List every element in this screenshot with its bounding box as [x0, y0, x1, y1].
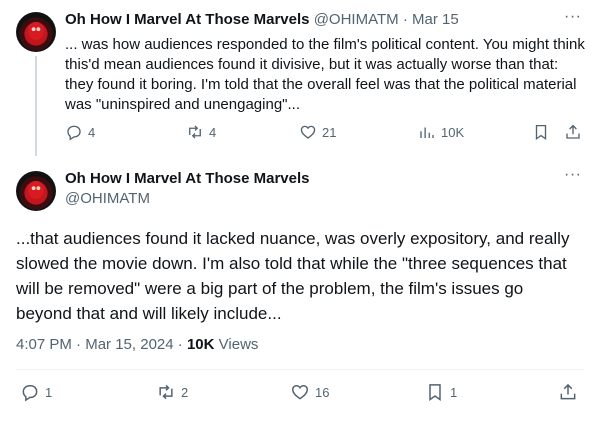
- tweet-header: Oh How I Marvel At Those Marvels @OHIMAT…: [65, 11, 459, 29]
- user-handle[interactable]: @OHIMATM: [65, 190, 150, 208]
- like-button[interactable]: 21: [299, 123, 336, 141]
- views-label: Views: [218, 336, 259, 353]
- like-count: 16: [315, 384, 330, 400]
- display-name[interactable]: Oh How I Marvel At Those Marvels: [65, 170, 310, 188]
- share-button[interactable]: [558, 382, 578, 402]
- bookmark-button[interactable]: 1: [425, 382, 457, 402]
- heart-icon: [291, 384, 309, 400]
- more-icon[interactable]: ···: [564, 9, 581, 25]
- bookmark-icon: [429, 384, 441, 401]
- share-icon: [560, 383, 576, 400]
- tweet-thread: Oh How I Marvel At Those Marvels @OHIMAT…: [0, 0, 600, 424]
- separator-dot: ·: [402, 11, 408, 28]
- avatar[interactable]: [16, 12, 56, 52]
- tweet-meta: 4:07 PM · Mar 15, 2024 · 10K Views: [16, 336, 259, 353]
- avatar[interactable]: [16, 171, 56, 211]
- like-button[interactable]: 16: [290, 382, 329, 402]
- share-icon: [566, 124, 580, 139]
- tweet-text: ...that audiences found it lacked nuance…: [16, 229, 570, 323]
- reply-button[interactable]: 1: [20, 382, 52, 402]
- repost-count: 4: [209, 124, 217, 140]
- repost-button[interactable]: 2: [156, 382, 188, 402]
- bookmark-button[interactable]: [532, 123, 550, 141]
- repost-icon: [189, 125, 201, 139]
- tweet-date[interactable]: Mar 15: [412, 11, 459, 28]
- user-handle[interactable]: @OHIMATM: [314, 11, 399, 28]
- display-name[interactable]: Oh How I Marvel At Those Marvels: [65, 11, 310, 28]
- more-icon[interactable]: ···: [564, 167, 581, 183]
- tweet-actions: 4 4 21 10K: [0, 123, 600, 145]
- like-count: 21: [322, 124, 337, 140]
- share-button[interactable]: [564, 123, 582, 141]
- reply-count: 1: [45, 384, 53, 400]
- repost-icon: [159, 384, 173, 400]
- tweet-text: ... was how audiences responded to the f…: [65, 36, 585, 113]
- reply-icon: [67, 125, 81, 141]
- analytics-icon: [420, 127, 434, 138]
- bookmark-icon: [535, 124, 547, 141]
- heart-icon: [300, 125, 316, 139]
- views-count: 10K: [186, 336, 215, 353]
- repost-button[interactable]: 4: [186, 123, 216, 141]
- bookmark-count: 1: [450, 384, 458, 400]
- tweet-full-date[interactable]: Mar 15, 2024: [85, 336, 173, 353]
- repost-count: 2: [181, 384, 189, 400]
- reply-count: 4: [88, 124, 96, 140]
- parent-tweet[interactable]: Oh How I Marvel At Those Marvels @OHIMAT…: [0, 0, 600, 156]
- views-count: 10K: [441, 124, 465, 140]
- tweet-actions: 1 2 16 1: [0, 382, 600, 408]
- focused-tweet: Oh How I Marvel At Those Marvels @OHIMAT…: [0, 158, 600, 424]
- reply-button[interactable]: 4: [65, 123, 95, 141]
- views-button[interactable]: 10K: [418, 123, 464, 141]
- divider: [16, 369, 584, 370]
- reply-icon: [22, 385, 38, 402]
- tweet-time[interactable]: 4:07 PM: [16, 336, 72, 353]
